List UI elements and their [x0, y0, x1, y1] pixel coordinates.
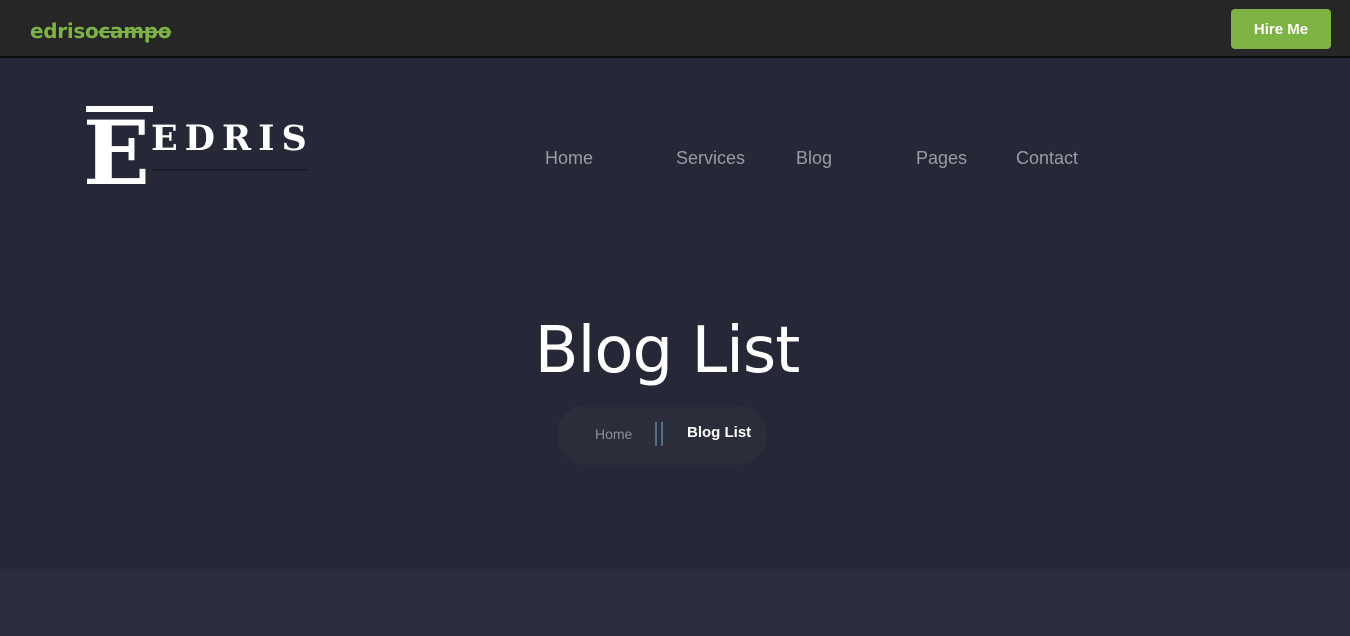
breadcrumb: Home Blog List	[557, 405, 767, 465]
breadcrumb-home-link[interactable]: Home	[595, 425, 632, 443]
hire-me-button[interactable]: Hire Me	[1231, 9, 1331, 49]
main-navigation: Home Services Blog Pages Contact	[0, 146, 1350, 172]
page-title: Blog List	[534, 314, 801, 388]
nav-item-pages[interactable]: Pages	[916, 146, 967, 170]
breadcrumb-current: Blog List	[687, 424, 752, 441]
brand-name-part2: campo	[98, 19, 172, 43]
top-bar: edrisocampo Hire Me	[0, 0, 1350, 58]
hero-section: E EDRIS Home Services Blog Pages Contact…	[0, 58, 1350, 569]
brand-link[interactable]: edrisocampo	[30, 19, 172, 43]
content-section	[0, 569, 1350, 636]
nav-item-services[interactable]: Services	[676, 146, 745, 170]
nav-item-blog[interactable]: Blog	[796, 146, 832, 170]
nav-item-contact[interactable]: Contact	[1016, 146, 1078, 170]
breadcrumb-separator	[655, 422, 665, 446]
brand-name-part1: edriso	[30, 19, 99, 43]
nav-item-home[interactable]: Home	[545, 146, 593, 170]
